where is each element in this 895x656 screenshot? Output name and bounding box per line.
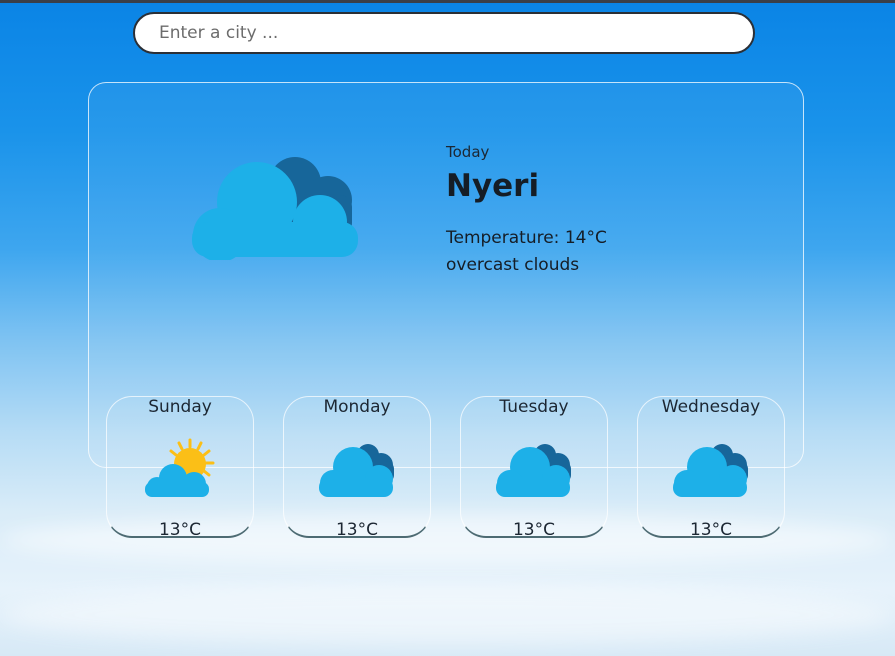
current-temperature: Temperature: 14°C (446, 228, 607, 248)
city-name: Nyeri (446, 168, 540, 204)
city-search-input[interactable] (133, 12, 755, 54)
forecast-card-tuesday: Tuesday 13°C (460, 396, 608, 540)
forecast-card-monday: Monday 13°C (283, 396, 431, 540)
broken-clouds-icon (673, 444, 748, 497)
forecast-card-wednesday: Wednesday 13°C (637, 396, 785, 540)
forecast-card-sunday: Sunday 13°C (106, 396, 254, 540)
weather-description: overcast clouds (446, 255, 580, 275)
forecast-temperature: 13°C (158, 520, 201, 540)
forecast-day: Monday (323, 397, 391, 417)
broken-clouds-icon (496, 444, 571, 497)
forecast-temperature: 13°C (335, 520, 378, 540)
forecast-temperature: 13°C (689, 520, 732, 540)
forecast-day: Wednesday (661, 397, 761, 417)
broken-clouds-icon (319, 444, 394, 497)
forecast-day: Tuesday (499, 397, 569, 417)
cloud-background (0, 585, 895, 645)
window-top-border (0, 0, 895, 3)
partly-sunny-icon (145, 438, 215, 497)
forecast-temperature: 13°C (512, 520, 555, 540)
forecast-day: Sunday (148, 397, 212, 417)
overcast-clouds-icon (192, 157, 358, 260)
today-label: Today (446, 143, 490, 161)
